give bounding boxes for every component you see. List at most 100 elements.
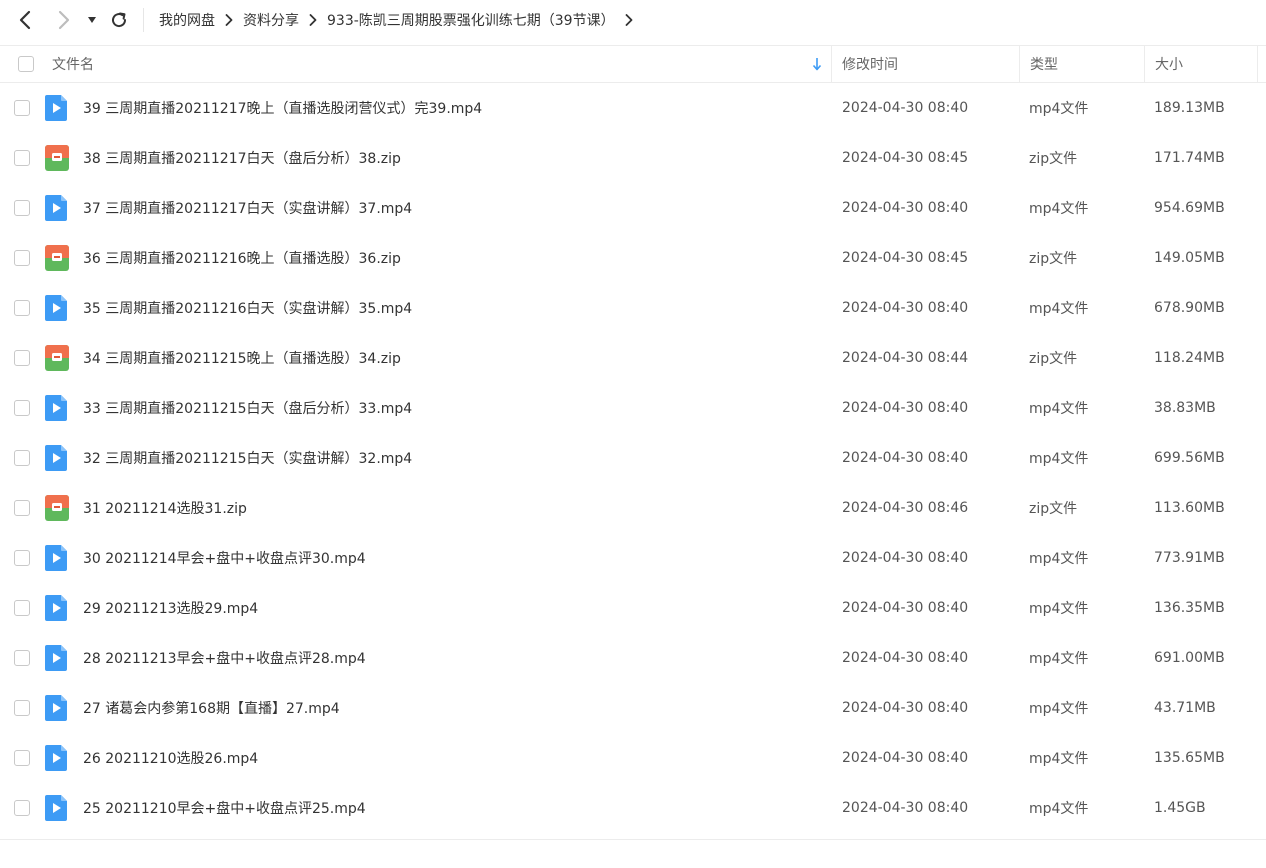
zip-file-icon bbox=[45, 245, 69, 271]
file-size: 135.65MB bbox=[1154, 750, 1225, 766]
forward-icon[interactable] bbox=[52, 8, 76, 32]
file-size: 149.05MB bbox=[1154, 250, 1225, 266]
file-size: 171.74MB bbox=[1154, 150, 1225, 166]
file-name[interactable]: 37 三周期直播20211217白天（实盘讲解）37.mp4 bbox=[83, 183, 412, 233]
row-checkbox[interactable] bbox=[14, 700, 30, 716]
file-size: 678.90MB bbox=[1154, 300, 1225, 316]
file-size: 189.13MB bbox=[1154, 100, 1225, 116]
file-modified-time: 2024-04-30 08:40 bbox=[842, 800, 969, 816]
file-size: 691.00MB bbox=[1154, 650, 1225, 666]
column-header-name[interactable]: 文件名 bbox=[52, 46, 94, 82]
file-type: zip文件 bbox=[1029, 151, 1078, 167]
row-checkbox[interactable] bbox=[14, 800, 30, 816]
table-row[interactable]: 37 三周期直播20211217白天（实盘讲解）37.mp4 2024-04-30… bbox=[0, 183, 1266, 233]
row-checkbox[interactable] bbox=[14, 150, 30, 166]
row-checkbox[interactable] bbox=[14, 350, 30, 366]
table-row[interactable]: 39 三周期直播20211217晚上（直播选股闭营仪式）完39.mp4 2024-… bbox=[0, 83, 1266, 133]
sort-descending-icon[interactable] bbox=[812, 46, 822, 82]
video-file-icon bbox=[45, 395, 69, 421]
file-list: 39 三周期直播20211217晚上（直播选股闭营仪式）完39.mp4 2024-… bbox=[0, 83, 1266, 833]
file-name[interactable]: 38 三周期直播20211217白天（盘后分析）38.zip bbox=[83, 133, 401, 183]
row-checkbox[interactable] bbox=[14, 650, 30, 666]
row-checkbox[interactable] bbox=[14, 450, 30, 466]
file-type: mp4文件 bbox=[1029, 551, 1089, 567]
history-dropdown-icon[interactable] bbox=[82, 8, 102, 32]
column-divider[interactable] bbox=[1144, 46, 1145, 82]
table-row[interactable]: 34 三周期直播20211215晚上（直播选股）34.zip 2024-04-30… bbox=[0, 333, 1266, 383]
chevron-right-icon bbox=[225, 14, 233, 26]
video-file-icon bbox=[45, 545, 69, 571]
file-size: 699.56MB bbox=[1154, 450, 1225, 466]
table-row[interactable]: 33 三周期直播20211215白天（盘后分析）33.mp4 2024-04-30… bbox=[0, 383, 1266, 433]
column-divider[interactable] bbox=[1019, 46, 1020, 82]
file-type: mp4文件 bbox=[1029, 101, 1089, 117]
table-row[interactable]: 29 20211213选股29.mp4 2024-04-30 08:40 mp4文件… bbox=[0, 583, 1266, 633]
toolbar-divider bbox=[143, 8, 144, 32]
file-name[interactable]: 34 三周期直播20211215晚上（直播选股）34.zip bbox=[83, 333, 401, 383]
column-divider[interactable] bbox=[1257, 46, 1258, 82]
file-name[interactable]: 35 三周期直播20211216白天（实盘讲解）35.mp4 bbox=[83, 283, 412, 333]
row-checkbox[interactable] bbox=[14, 300, 30, 316]
select-all-checkbox[interactable] bbox=[18, 46, 34, 82]
row-checkbox[interactable] bbox=[14, 400, 30, 416]
file-modified-time: 2024-04-30 08:44 bbox=[842, 350, 969, 366]
column-header-type[interactable]: 类型 bbox=[1030, 46, 1058, 82]
zip-file-icon bbox=[45, 345, 69, 371]
file-type: mp4文件 bbox=[1029, 301, 1089, 317]
column-header-size[interactable]: 大小 bbox=[1155, 46, 1183, 82]
table-row[interactable]: 27 诸葛会内参第168期【直播】27.mp4 2024-04-30 08:40 m… bbox=[0, 683, 1266, 733]
file-name[interactable]: 33 三周期直播20211215白天（盘后分析）33.mp4 bbox=[83, 383, 412, 433]
file-modified-time: 2024-04-30 08:40 bbox=[842, 700, 969, 716]
row-checkbox[interactable] bbox=[14, 600, 30, 616]
table-row[interactable]: 26 20211210选股26.mp4 2024-04-30 08:40 mp4文件… bbox=[0, 733, 1266, 783]
file-name[interactable]: 39 三周期直播20211217晚上（直播选股闭营仪式）完39.mp4 bbox=[83, 83, 482, 133]
file-name[interactable]: 31 20211214选股31.zip bbox=[83, 483, 247, 533]
file-modified-time: 2024-04-30 08:40 bbox=[842, 450, 969, 466]
breadcrumb-item-current[interactable]: 933-陈凯三周期股票强化训练七期（39节课） bbox=[327, 10, 615, 30]
row-checkbox[interactable] bbox=[14, 550, 30, 566]
zip-file-icon bbox=[45, 145, 69, 171]
row-checkbox[interactable] bbox=[14, 750, 30, 766]
file-modified-time: 2024-04-30 08:40 bbox=[842, 300, 969, 316]
table-row[interactable]: 35 三周期直播20211216白天（实盘讲解）35.mp4 2024-04-30… bbox=[0, 283, 1266, 333]
table-row[interactable]: 36 三周期直播20211216晚上（直播选股）36.zip 2024-04-30… bbox=[0, 233, 1266, 283]
video-file-icon bbox=[45, 95, 69, 121]
file-name[interactable]: 28 20211213早会+盘中+收盘点评28.mp4 bbox=[83, 633, 366, 683]
file-type: mp4文件 bbox=[1029, 651, 1089, 667]
chevron-right-icon[interactable] bbox=[625, 14, 633, 26]
table-row[interactable]: 28 20211213早会+盘中+收盘点评28.mp4 2024-04-30 08… bbox=[0, 633, 1266, 683]
table-row[interactable]: 32 三周期直播20211215白天（实盘讲解）32.mp4 2024-04-30… bbox=[0, 433, 1266, 483]
table-row[interactable]: 31 20211214选股31.zip 2024-04-30 08:46 zip文件… bbox=[0, 483, 1266, 533]
table-row[interactable]: 38 三周期直播20211217白天（盘后分析）38.zip 2024-04-30… bbox=[0, 133, 1266, 183]
file-modified-time: 2024-04-30 08:46 bbox=[842, 500, 969, 516]
row-checkbox[interactable] bbox=[14, 100, 30, 116]
video-file-icon bbox=[45, 745, 69, 771]
toolbar: 我的网盘 资料分享 933-陈凯三周期股票强化训练七期（39节课） bbox=[0, 0, 1266, 40]
file-type: mp4文件 bbox=[1029, 701, 1089, 717]
table-row[interactable]: 30 20211214早会+盘中+收盘点评30.mp4 2024-04-30 08… bbox=[0, 533, 1266, 583]
row-checkbox[interactable] bbox=[14, 200, 30, 216]
video-file-icon bbox=[45, 645, 69, 671]
row-checkbox[interactable] bbox=[14, 250, 30, 266]
file-type: zip文件 bbox=[1029, 251, 1078, 267]
file-name[interactable]: 27 诸葛会内参第168期【直播】27.mp4 bbox=[83, 683, 340, 733]
list-bottom-border bbox=[0, 839, 1266, 840]
file-name[interactable]: 30 20211214早会+盘中+收盘点评30.mp4 bbox=[83, 533, 366, 583]
video-file-icon bbox=[45, 195, 69, 221]
column-divider[interactable] bbox=[831, 46, 832, 82]
row-checkbox[interactable] bbox=[14, 500, 30, 516]
file-name[interactable]: 25 20211210早会+盘中+收盘点评25.mp4 bbox=[83, 783, 366, 833]
breadcrumb-item-share[interactable]: 资料分享 bbox=[243, 10, 299, 30]
video-file-icon bbox=[45, 295, 69, 321]
file-name[interactable]: 36 三周期直播20211216晚上（直播选股）36.zip bbox=[83, 233, 401, 283]
file-name[interactable]: 32 三周期直播20211215白天（实盘讲解）32.mp4 bbox=[83, 433, 412, 483]
refresh-icon[interactable] bbox=[107, 8, 131, 32]
back-icon[interactable] bbox=[13, 8, 37, 32]
file-modified-time: 2024-04-30 08:45 bbox=[842, 150, 969, 166]
column-header-modified[interactable]: 修改时间 bbox=[842, 46, 898, 82]
video-file-icon bbox=[45, 595, 69, 621]
table-row[interactable]: 25 20211210早会+盘中+收盘点评25.mp4 2024-04-30 08… bbox=[0, 783, 1266, 833]
breadcrumb-item-root[interactable]: 我的网盘 bbox=[159, 10, 215, 30]
file-name[interactable]: 26 20211210选股26.mp4 bbox=[83, 733, 258, 783]
file-name[interactable]: 29 20211213选股29.mp4 bbox=[83, 583, 258, 633]
